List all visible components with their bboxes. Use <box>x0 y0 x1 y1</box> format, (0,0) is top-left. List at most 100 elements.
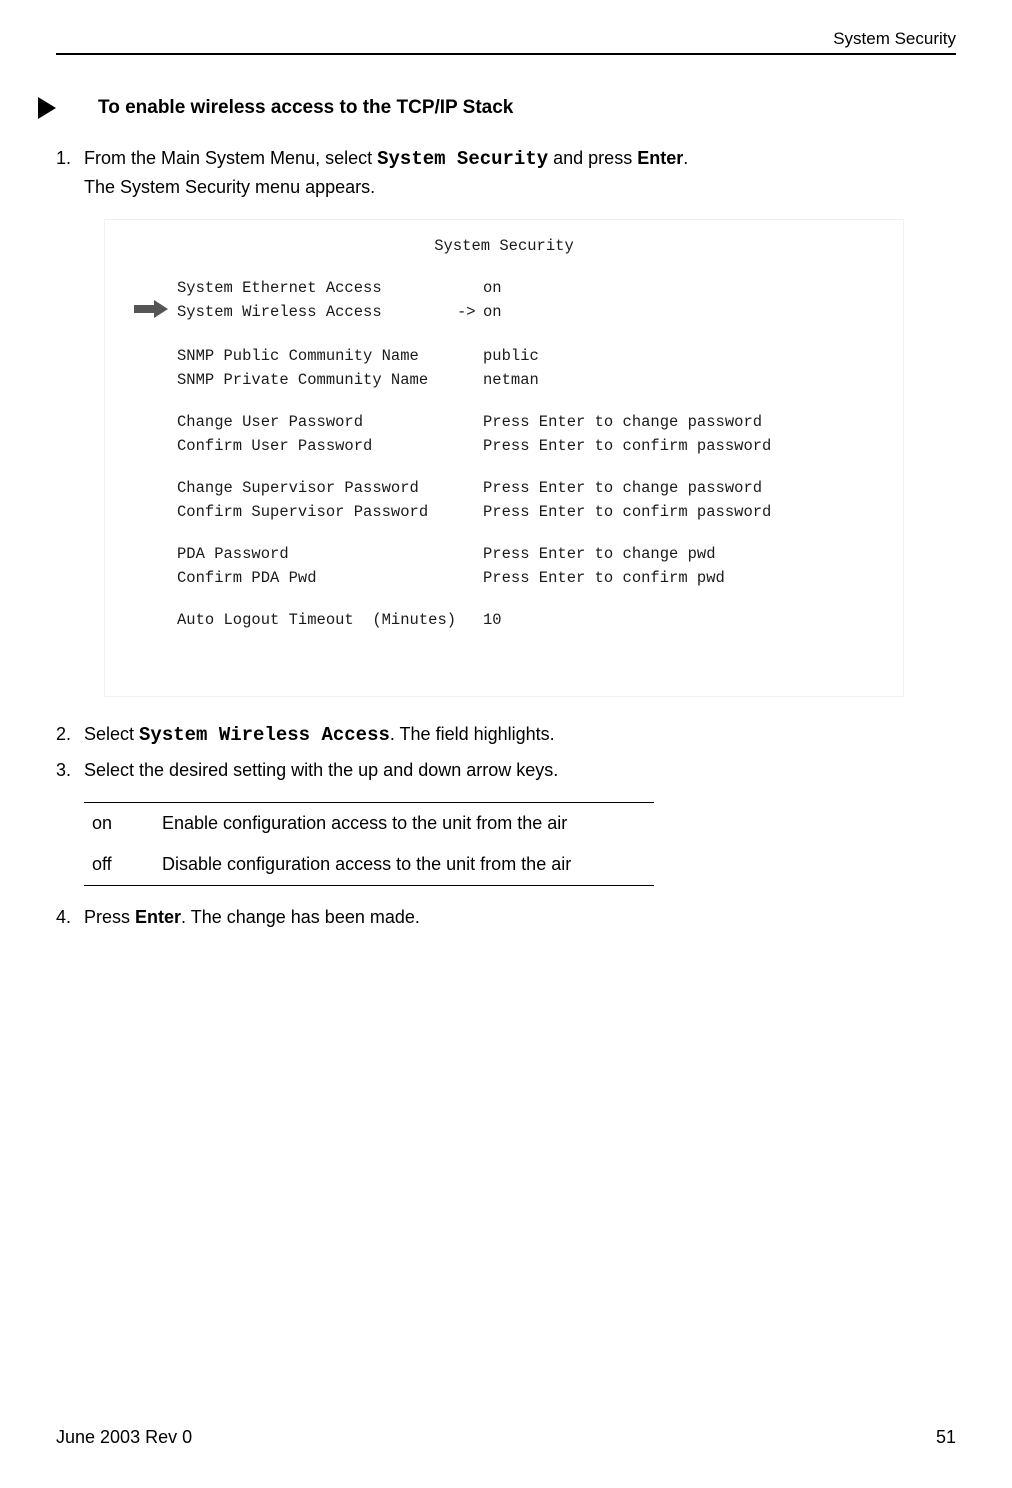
selection-marker <box>457 566 483 590</box>
step-number: 4. <box>56 904 84 931</box>
config-value: Press Enter to confirm pwd <box>483 566 883 590</box>
settings-row: offDisable configuration access to the u… <box>84 844 654 885</box>
text: The System Security menu appears. <box>84 177 375 197</box>
config-row: Auto Logout Timeout (Minutes) 10 <box>125 608 883 632</box>
row-indicator <box>125 476 177 500</box>
config-label: Confirm PDA Pwd <box>177 566 457 590</box>
step-1: 1. From the Main System Menu, select Sys… <box>56 145 956 201</box>
step-4: 4. Press Enter. The change has been made… <box>56 904 956 931</box>
config-value: Press Enter to change pwd <box>483 542 883 566</box>
config-row: Change Supervisor Password Press Enter to… <box>125 476 883 500</box>
config-value: Press Enter to change password <box>483 410 883 434</box>
selection-marker <box>457 476 483 500</box>
config-label: System Wireless Access <box>177 300 457 326</box>
step-number: 2. <box>56 721 84 750</box>
config-label: SNMP Private Community Name <box>177 368 457 392</box>
config-row: Change User Password Press Enter to chang… <box>125 410 883 434</box>
selection-marker <box>457 434 483 458</box>
config-row: SNMP Public Community Name public <box>125 344 883 368</box>
config-row: Confirm PDA Pwd Press Enter to confirm pw… <box>125 566 883 590</box>
selection-marker: -> <box>457 300 483 326</box>
blank-line <box>125 590 883 608</box>
config-label: Change User Password <box>177 410 457 434</box>
key-name: Enter <box>637 148 683 168</box>
text: and press <box>548 148 637 168</box>
config-value: 10 <box>483 608 883 632</box>
selection-marker <box>457 542 483 566</box>
selection-marker <box>457 344 483 368</box>
screenshot-title: System Security <box>125 234 883 258</box>
setting-key: on <box>92 813 162 834</box>
row-indicator <box>125 434 177 458</box>
blank-line <box>125 458 883 476</box>
text: From the Main System Menu, select <box>84 148 377 168</box>
text: . The change has been made. <box>181 907 420 927</box>
key-name: Enter <box>135 907 181 927</box>
terminal-screenshot: System Security System Ethernet Access on… <box>104 219 904 697</box>
row-indicator <box>125 500 177 524</box>
step-number: 1. <box>56 145 84 201</box>
text: Press <box>84 907 135 927</box>
arrow-right-icon <box>134 300 168 326</box>
config-label: Auto Logout Timeout (Minutes) <box>177 608 457 632</box>
config-label: Confirm User Password <box>177 434 457 458</box>
settings-row: onEnable configuration access to the uni… <box>84 803 654 844</box>
header-title: System Security <box>833 29 956 48</box>
row-indicator <box>125 344 177 368</box>
page-header: System Security <box>56 0 956 55</box>
config-value: on <box>483 276 883 300</box>
menu-item-code: System Wireless Access <box>139 724 390 746</box>
row-indicator <box>125 566 177 590</box>
row-indicator <box>125 368 177 392</box>
config-value: Press Enter to change password <box>483 476 883 500</box>
blank-line <box>125 392 883 410</box>
row-indicator <box>125 608 177 632</box>
selection-marker <box>457 410 483 434</box>
selection-marker <box>457 276 483 300</box>
step-3: 3. Select the desired setting with the u… <box>56 757 956 784</box>
settings-table: onEnable configuration access to the uni… <box>84 802 654 886</box>
setting-description: Disable configuration access to the unit… <box>162 854 646 875</box>
config-value: netman <box>483 368 883 392</box>
heading-text: To enable wireless access to the TCP/IP … <box>98 97 513 119</box>
screenshot-rows: System Ethernet AccessonSystem Wireless … <box>125 276 883 632</box>
row-indicator <box>125 276 177 300</box>
step-body: From the Main System Menu, select System… <box>84 145 956 201</box>
config-row: System Ethernet Access on <box>125 276 883 300</box>
blank-line <box>125 524 883 542</box>
config-value: public <box>483 344 883 368</box>
step-body: Select the desired setting with the up a… <box>84 757 956 784</box>
setting-key: off <box>92 854 162 875</box>
footer-date: June 2003 Rev 0 <box>56 1427 192 1448</box>
menu-item-code: System Security <box>377 148 548 170</box>
blank-line <box>125 326 883 344</box>
pointer-right-icon <box>36 95 58 121</box>
config-row: Confirm User Password Press Enter to conf… <box>125 434 883 458</box>
text: Select the desired setting with the up a… <box>84 760 558 780</box>
config-row: System Wireless Access->on <box>125 300 883 326</box>
setting-description: Enable configuration access to the unit … <box>162 813 646 834</box>
row-indicator <box>125 410 177 434</box>
row-indicator <box>125 300 177 326</box>
config-label: Change Supervisor Password <box>177 476 457 500</box>
step-body: Select System Wireless Access. The field… <box>84 721 956 750</box>
selection-marker <box>457 368 483 392</box>
config-row: Confirm Supervisor Password Press Enter t… <box>125 500 883 524</box>
config-value: Press Enter to confirm password <box>483 434 883 458</box>
config-label: SNMP Public Community Name <box>177 344 457 368</box>
config-label: PDA Password <box>177 542 457 566</box>
procedure-heading: To enable wireless access to the TCP/IP … <box>56 95 956 121</box>
config-label: System Ethernet Access <box>177 276 457 300</box>
config-value: Press Enter to confirm password <box>483 500 883 524</box>
selection-marker <box>457 608 483 632</box>
config-row: SNMP Private Community Name netman <box>125 368 883 392</box>
step-body: Press Enter. The change has been made. <box>84 904 956 931</box>
text: . The field highlights. <box>390 724 555 744</box>
page-footer: June 2003 Rev 0 51 <box>56 1427 956 1448</box>
row-indicator <box>125 542 177 566</box>
config-label: Confirm Supervisor Password <box>177 500 457 524</box>
page-number: 51 <box>936 1427 956 1448</box>
selection-marker <box>457 500 483 524</box>
step-2: 2. Select System Wireless Access. The fi… <box>56 721 956 750</box>
config-row: PDA Password Press Enter to change pwd <box>125 542 883 566</box>
